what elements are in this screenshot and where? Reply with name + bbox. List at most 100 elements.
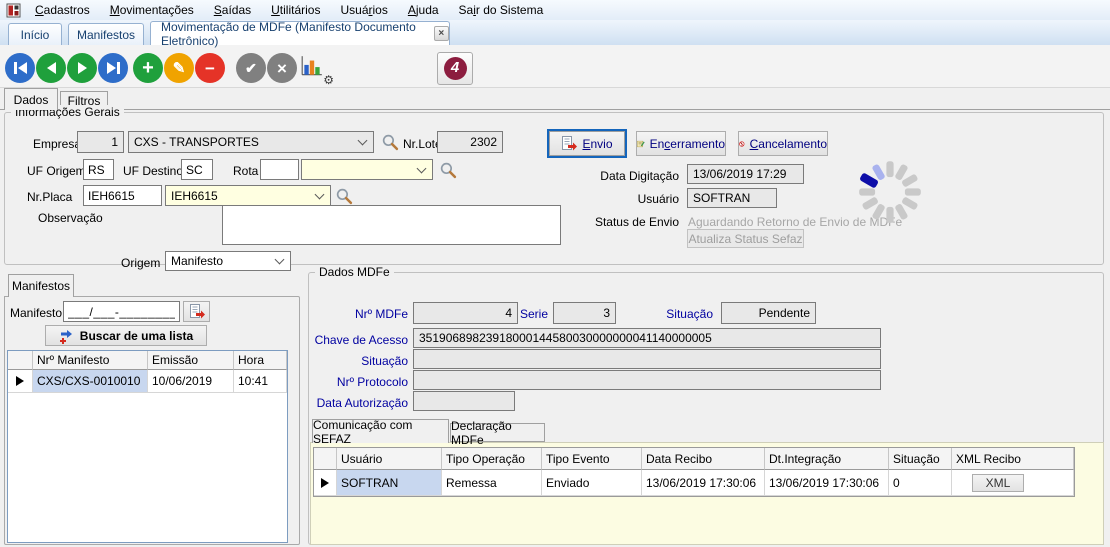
tab-comunicacao-sefaz[interactable]: Comunicação com SEFAZ [312, 419, 449, 443]
nr-protocolo-label: Nrº Protocolo [300, 375, 408, 389]
buscar-lista-button[interactable]: Buscar de uma lista [45, 325, 207, 346]
menu-item-usuarios[interactable]: Usuários [330, 0, 397, 20]
column-header-hora[interactable]: Hora [234, 351, 287, 370]
nav-prev-button[interactable] [36, 53, 66, 83]
column-header-data-recibo[interactable]: Data Recibo [642, 448, 765, 470]
cancelamento-button[interactable]: Cancelamento [738, 131, 828, 156]
cancel-button[interactable]: × [267, 53, 297, 83]
minus-icon: − [205, 60, 215, 77]
menu-item-sair-do-sistema[interactable]: Sair do Sistema [449, 0, 554, 20]
origem-combobox[interactable]: Manifesto [165, 251, 291, 271]
column-header-situacao[interactable]: Situação [889, 448, 952, 470]
uf-origem-input[interactable] [83, 159, 114, 180]
empresa-search-button[interactable] [381, 133, 399, 151]
bar-chart-icon [300, 54, 324, 78]
rota-code-input[interactable] [260, 159, 299, 180]
nr-mdfe-field: 4 [413, 302, 518, 324]
column-header-xml-recibo[interactable]: XML Recibo [952, 448, 1074, 470]
chave-acesso-label: Chave de Acesso [300, 333, 408, 347]
prev-record-icon [47, 62, 56, 74]
envio-button[interactable]: Envio [549, 131, 625, 156]
empresa-combobox[interactable]: CXS - TRANSPORTES [128, 131, 374, 153]
observacao-textarea[interactable] [222, 205, 561, 245]
column-header-dt-integracao[interactable]: Dt.Integração [765, 448, 889, 470]
cell-data-recibo[interactable]: 13/06/2019 17:30:06 [642, 470, 765, 496]
menu-item-ajuda[interactable]: Ajuda [398, 0, 449, 20]
confirm-button[interactable]: ✔ [236, 53, 266, 83]
cell-tipo-evento[interactable]: Enviado [542, 470, 642, 496]
cell-situacao[interactable]: 0 [889, 470, 952, 496]
cell-nr-manifesto[interactable]: CXS/CXS-0010010 [33, 370, 148, 393]
rota-combobox[interactable] [301, 159, 433, 180]
nr-placa-combobox[interactable]: IEH6615 [165, 185, 331, 206]
nav-first-button[interactable] [5, 53, 35, 83]
pencil-icon: ✎ [173, 61, 186, 76]
tab-inicio[interactable]: Início [8, 23, 62, 45]
x-icon: × [277, 60, 287, 77]
sefaz-grid-row[interactable]: SOFTRAN Remessa Enviado 13/06/2019 17:30… [314, 470, 1074, 496]
placa-search-button[interactable] [335, 187, 353, 205]
column-header-emissao[interactable]: Emissão [148, 351, 234, 370]
tab-manifestos[interactable]: Manifestos [68, 23, 144, 45]
send-document-icon [561, 136, 577, 152]
empresa-code-field: 1 [77, 131, 124, 153]
edit-record-button[interactable]: ✎ [164, 53, 194, 83]
plus-icon: + [142, 58, 154, 78]
menu-item-saidas[interactable]: Saídas [204, 0, 261, 20]
column-header-usuario[interactable]: Usuário [337, 448, 442, 470]
status-envio-label: Status de Envio [581, 215, 679, 229]
close-tab-icon[interactable]: × [434, 26, 449, 41]
current-row-icon [16, 376, 24, 386]
cell-tipo-operacao[interactable]: Remessa [442, 470, 542, 496]
usuario-field: SOFTRAN [687, 188, 777, 208]
situacao2-label: Situação [300, 354, 408, 368]
nrlote-label: Nr.Lote [403, 137, 442, 151]
nav-last-button[interactable] [98, 53, 128, 83]
chave-acesso-field: 3519068982391800014458003000000004114000… [413, 328, 881, 348]
encerramento-button[interactable]: Encerramento [636, 131, 726, 156]
column-header-tipo-evento[interactable]: Tipo Evento [542, 448, 642, 470]
tab-dados[interactable]: Dados [4, 88, 58, 110]
situacao-field: Pendente [721, 302, 816, 324]
app-icon [6, 3, 21, 18]
manifesto-grid-row[interactable]: CXS/CXS-0010010 10/06/2019 10:41 [8, 370, 287, 393]
chevron-down-icon [417, 163, 427, 173]
menu-item-movimentacoes[interactable]: Movimentações [100, 0, 204, 20]
uf-destino-label: UF Destino [123, 164, 183, 178]
uf-destino-input[interactable] [181, 159, 213, 180]
atualiza-status-sefaz-button[interactable]: Atualiza Status Sefaz [687, 229, 804, 248]
search-icon [335, 187, 353, 205]
cell-usuario[interactable]: SOFTRAN [337, 470, 442, 496]
cell-emissao[interactable]: 10/06/2019 [148, 370, 234, 393]
nr-mdfe-label: Nrº MDFe [320, 307, 408, 321]
logo-button[interactable]: 4 [437, 52, 473, 85]
xml-recibo-button[interactable]: XML [972, 474, 1024, 492]
menu-item-cadastros[interactable]: Cadastros [25, 0, 100, 20]
nav-next-button[interactable] [67, 53, 97, 83]
menu-item-utilitarios[interactable]: Utilitários [261, 0, 330, 20]
groupbox-title: Dados MDFe [315, 265, 394, 279]
notepad-pen-icon [637, 136, 645, 152]
delete-record-button[interactable]: − [195, 53, 225, 83]
first-record-icon [14, 62, 17, 74]
tab-declaracao-mdfe[interactable]: Declaração MDFe [450, 423, 545, 442]
column-header-tipo-operacao[interactable]: Tipo Operação [442, 448, 542, 470]
chart-button[interactable]: ⚙ [300, 54, 332, 84]
cell-dt-integracao[interactable]: 13/06/2019 17:30:06 [765, 470, 889, 496]
origem-label: Origem [121, 256, 160, 270]
situacao-label: Situação [663, 307, 713, 321]
column-header-nr-manifesto[interactable]: Nrº Manifesto [33, 351, 148, 370]
loading-spinner-icon [856, 158, 924, 226]
manifesto-mask-input[interactable] [63, 301, 180, 322]
nr-placa-input[interactable] [83, 185, 162, 206]
tab-manifestos-panel[interactable]: Manifestos [8, 274, 74, 297]
rota-search-button[interactable] [439, 161, 457, 179]
add-record-button[interactable]: + [133, 53, 163, 83]
manifesto-send-button[interactable] [183, 301, 210, 322]
document-tab-bar: Início Manifestos Movimentação de MDFe (… [0, 20, 1110, 45]
search-icon [439, 161, 457, 179]
sefaz-grid: Usuário Tipo Operação Tipo Evento Data R… [313, 447, 1075, 497]
tab-movimentacao-mdfe[interactable]: Movimentação de MDFe (Manifesto Document… [150, 21, 450, 45]
cell-hora[interactable]: 10:41 [234, 370, 287, 393]
usuario-label: Usuário [593, 192, 679, 206]
